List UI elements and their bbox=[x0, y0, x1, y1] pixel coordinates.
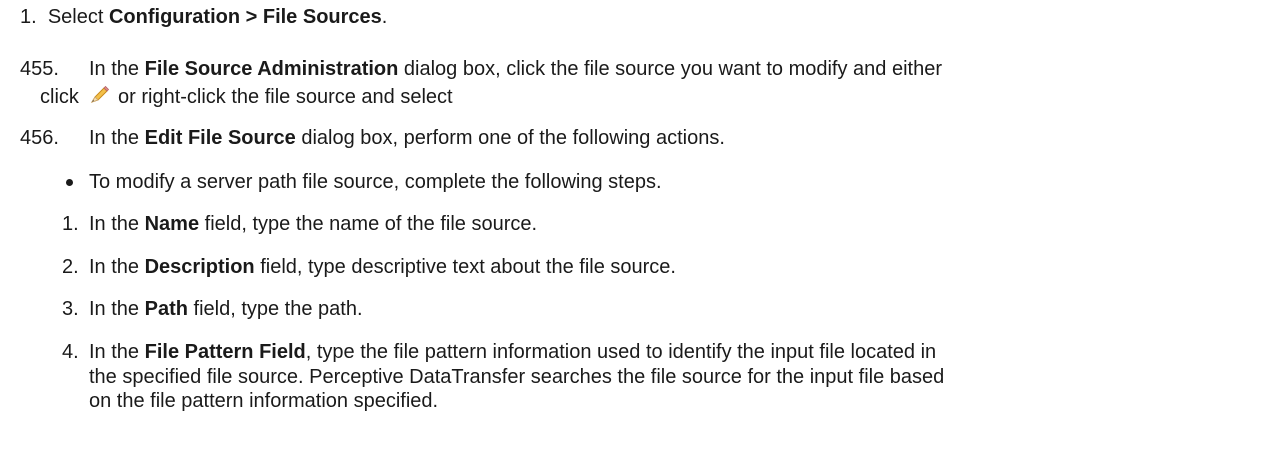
substep-1: In the Name field, type the name of the … bbox=[89, 213, 537, 236]
step-text-pre: In the bbox=[89, 127, 145, 149]
dialog-name: Edit File Source bbox=[144, 127, 296, 149]
step-text-pre: In the bbox=[89, 298, 145, 320]
step-text-post: , type the file pattern information used… bbox=[305, 341, 937, 363]
step-456-number: 456. bbox=[20, 127, 59, 149]
step-text-post: dialog box, click the file source you wa… bbox=[398, 58, 942, 80]
substep-4: In the File Pattern Field, type the file… bbox=[89, 341, 936, 364]
step-455-continued: click or right-click the file source and… bbox=[40, 84, 453, 112]
step-text-pre: click bbox=[40, 86, 85, 108]
step-text-pre: In the bbox=[89, 213, 145, 235]
menu-path: Configuration > File Sources bbox=[108, 6, 382, 28]
step-text-post: . bbox=[381, 6, 388, 28]
step-text-pre: In the bbox=[89, 58, 145, 80]
field-name: Description bbox=[144, 256, 255, 278]
bullet-item: To modify a server path file source, com… bbox=[89, 171, 662, 193]
substep-4-number: 4. bbox=[62, 341, 79, 363]
substep-4-continued-2: on the file pattern information specifie… bbox=[89, 390, 439, 412]
pencil-edit-icon bbox=[88, 84, 110, 112]
step-455-number: 455. bbox=[20, 58, 59, 80]
step-text-post: field, type the path. bbox=[187, 298, 363, 320]
bullet-dot bbox=[66, 179, 73, 186]
substep-3-number: 3. bbox=[62, 298, 79, 320]
substep-3: In the Path field, type the path. bbox=[89, 298, 363, 321]
step-text-pre: Select bbox=[47, 6, 109, 28]
field-name: File Pattern Field bbox=[144, 341, 306, 363]
step-number: 1. bbox=[20, 6, 37, 28]
substep-2: In the Description field, type descripti… bbox=[89, 256, 676, 279]
step-455: In the File Source Administration dialog… bbox=[89, 58, 942, 81]
field-name: Name bbox=[144, 213, 200, 235]
substep-1-number: 1. bbox=[62, 213, 79, 235]
step-456: In the Edit File Source dialog box, perf… bbox=[89, 127, 725, 150]
step-text-pre: In the bbox=[89, 256, 145, 278]
step-1: 1. Select Configuration > File Sources. bbox=[20, 6, 387, 29]
field-name: Path bbox=[144, 298, 188, 320]
dialog-name: File Source Administration bbox=[144, 58, 399, 80]
step-text-post: field, type descriptive text about the f… bbox=[254, 256, 676, 278]
step-text-post: field, type the name of the file source. bbox=[199, 213, 538, 235]
step-text-post: dialog box, perform one of the following… bbox=[295, 127, 725, 149]
substep-2-number: 2. bbox=[62, 256, 79, 278]
step-text-pre: In the bbox=[89, 341, 145, 363]
step-text-post: or right-click the file source and selec… bbox=[112, 86, 453, 108]
substep-4-continued-1: the specified file source. Perceptive Da… bbox=[89, 366, 945, 388]
